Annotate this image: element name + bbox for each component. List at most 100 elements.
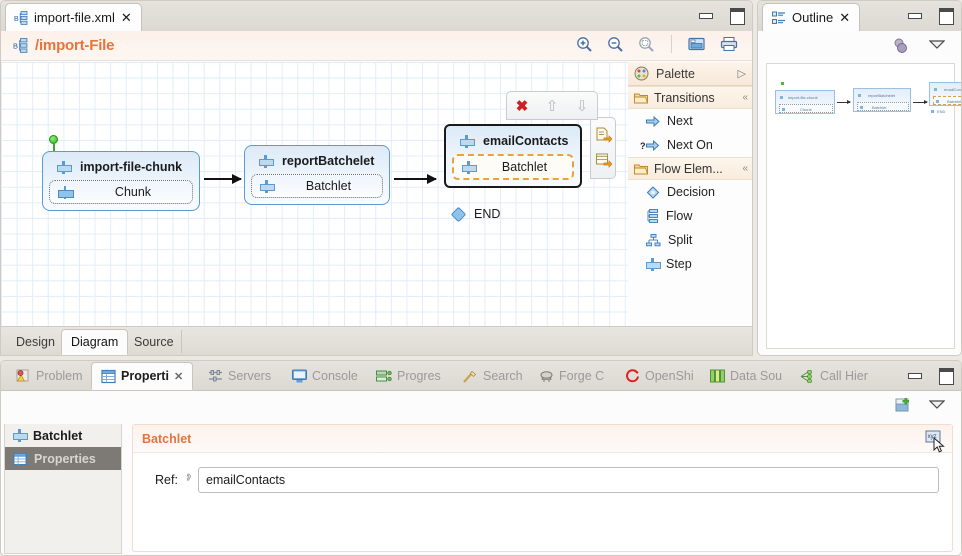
view-menu-icon[interactable] xyxy=(929,400,945,410)
tab-forge-console-label: Forge C xyxy=(559,369,604,383)
palette-item-split[interactable]: Split xyxy=(628,228,752,252)
svg-text:B: B xyxy=(14,16,19,23)
maximize-button[interactable] xyxy=(938,368,953,381)
tab-forge-console[interactable]: Forge C xyxy=(530,363,613,389)
collapse-icon[interactable]: « xyxy=(742,92,746,103)
diagram-node-reportBatchelet[interactable]: reportBatchelet Batchlet xyxy=(244,145,390,205)
node-inner-label: Chunk xyxy=(82,185,184,199)
palette-item-decision[interactable]: Decision xyxy=(628,180,752,204)
xml-source-icon[interactable]: xyz xyxy=(925,429,942,446)
tab-call-hierarchy[interactable]: Call Hier xyxy=(791,363,877,389)
bottom-view-toolbar xyxy=(1,391,961,421)
folder-icon xyxy=(634,92,648,104)
node-title: emailContacts xyxy=(452,131,574,154)
minimize-button[interactable] xyxy=(907,368,922,381)
end-marker-label: END xyxy=(474,207,500,221)
minimize-button[interactable] xyxy=(907,8,922,21)
new-wizard-icon[interactable] xyxy=(895,397,913,415)
delete-icon[interactable]: ✖ xyxy=(516,97,529,115)
outline-tab[interactable]: Outline ✕ xyxy=(762,3,860,31)
mini-arrow-2 xyxy=(913,102,927,103)
properties-tab-properties[interactable]: Properties xyxy=(5,447,121,470)
editor-header: B /import-File xyxy=(1,31,752,61)
node-inner-batchlet-selected[interactable]: Batchlet xyxy=(452,154,574,180)
palette-header[interactable]: Palette ▷ xyxy=(628,62,752,86)
step-icon xyxy=(260,180,273,193)
tab-servers[interactable]: Servers xyxy=(199,363,280,389)
servers-icon xyxy=(208,369,223,383)
node-title: reportBatchelet xyxy=(251,151,383,174)
minimize-button[interactable] xyxy=(698,8,713,21)
diagram-node-import-file-chunk[interactable]: import-file-chunk Chunk xyxy=(42,151,200,211)
outline-mode-icon[interactable] xyxy=(892,37,910,55)
tab-progress-label: Progres xyxy=(397,369,441,383)
ref-input[interactable] xyxy=(198,467,939,493)
forge-icon xyxy=(539,369,554,383)
tab-console[interactable]: Console xyxy=(283,363,367,389)
tab-data-source[interactable]: Data Sou xyxy=(701,363,791,389)
tab-problems[interactable]: Problem xyxy=(7,363,92,389)
outline-thumbnail[interactable]: import-file-chunk Chunk reportBatchelet … xyxy=(766,63,955,349)
editor-mode-tabs: Design Diagram Source xyxy=(1,326,753,355)
mini-step-icon xyxy=(860,106,863,109)
palette-item-next-on[interactable]: ? Next On xyxy=(628,133,752,157)
batch-job-icon: B xyxy=(14,11,28,25)
tab-progress[interactable]: Progres xyxy=(367,363,450,389)
transition-arrow-2 xyxy=(394,178,436,180)
print-icon[interactable] xyxy=(720,36,738,52)
tab-design[interactable]: Design xyxy=(7,329,64,355)
end-marker[interactable]: END xyxy=(453,207,500,221)
close-icon[interactable]: ✕ xyxy=(174,370,183,383)
svg-text:xyz: xyz xyxy=(928,434,937,440)
tab-search[interactable]: Search xyxy=(453,363,532,389)
chevron-right-icon[interactable]: ▷ xyxy=(738,67,746,80)
close-icon[interactable]: ✕ xyxy=(839,10,850,26)
editor-tab-import-file-xml[interactable]: B import-file.xml ✕ xyxy=(5,3,142,31)
zoom-in-icon[interactable] xyxy=(576,36,593,53)
zoom-fit-icon[interactable] xyxy=(638,36,655,53)
palette-item-step[interactable]: Step xyxy=(628,252,752,276)
tab-diagram[interactable]: Diagram xyxy=(61,329,128,355)
properties-form: Batchlet xyz Ref: xyxy=(132,424,953,552)
palette-group-label: Transitions xyxy=(654,91,715,105)
node-title-label: import-file-chunk xyxy=(80,160,182,174)
console-icon xyxy=(292,369,307,383)
node-inner-label: Batchlet xyxy=(283,179,374,193)
collapse-icon[interactable]: « xyxy=(742,163,746,174)
ref-hint-icon xyxy=(184,473,192,487)
mini-end-marker: END xyxy=(931,109,945,114)
step-icon xyxy=(57,161,70,174)
move-down-icon[interactable]: ⇩ xyxy=(576,97,589,115)
node-inner-batchlet[interactable]: Batchlet xyxy=(251,174,383,198)
node-inner-chunk[interactable]: Chunk xyxy=(49,180,193,204)
outline-toolbar xyxy=(758,31,961,61)
ref-label: Ref: xyxy=(155,473,178,487)
zoom-out-icon[interactable] xyxy=(607,36,624,53)
mini-node-inner-label: Batchlet xyxy=(947,99,961,104)
palette-group-transitions[interactable]: Transitions « xyxy=(628,86,752,109)
diagram-node-emailContacts[interactable]: emailContacts Batchlet xyxy=(444,124,582,188)
properties-tab-batchlet[interactable]: Batchlet xyxy=(5,424,121,447)
palette-item-next[interactable]: Next xyxy=(628,109,752,133)
tab-properties[interactable]: Properti ✕ xyxy=(91,362,193,390)
maximize-button[interactable] xyxy=(729,8,744,21)
tab-design-label: Design xyxy=(16,335,55,349)
move-up-icon[interactable]: ⇧ xyxy=(546,97,559,115)
add-properties-icon[interactable] xyxy=(595,127,612,144)
step-icon xyxy=(259,155,272,168)
add-listeners-icon[interactable] xyxy=(595,152,612,169)
selection-action-toolbar: ✖ ⇧ ⇩ xyxy=(506,91,598,120)
export-image-icon[interactable] xyxy=(688,36,706,52)
tab-source[interactable]: Source xyxy=(125,329,183,355)
tab-openshift[interactable]: OpenShi xyxy=(616,363,703,389)
bottom-tabstrip: Problem Properti ✕ xyxy=(1,361,961,391)
mini-node-title: emailContacts xyxy=(944,87,962,92)
editor-tab-label: import-file.xml xyxy=(34,10,115,25)
editor-window-controls xyxy=(698,8,744,21)
close-icon[interactable]: ✕ xyxy=(121,10,132,26)
palette-item-flow[interactable]: Flow xyxy=(628,204,752,228)
palette-group-flow-elements[interactable]: Flow Elem... « xyxy=(628,157,752,180)
maximize-button[interactable] xyxy=(938,8,953,21)
palette-item-label: Split xyxy=(668,233,692,247)
view-menu-icon[interactable] xyxy=(929,40,945,50)
